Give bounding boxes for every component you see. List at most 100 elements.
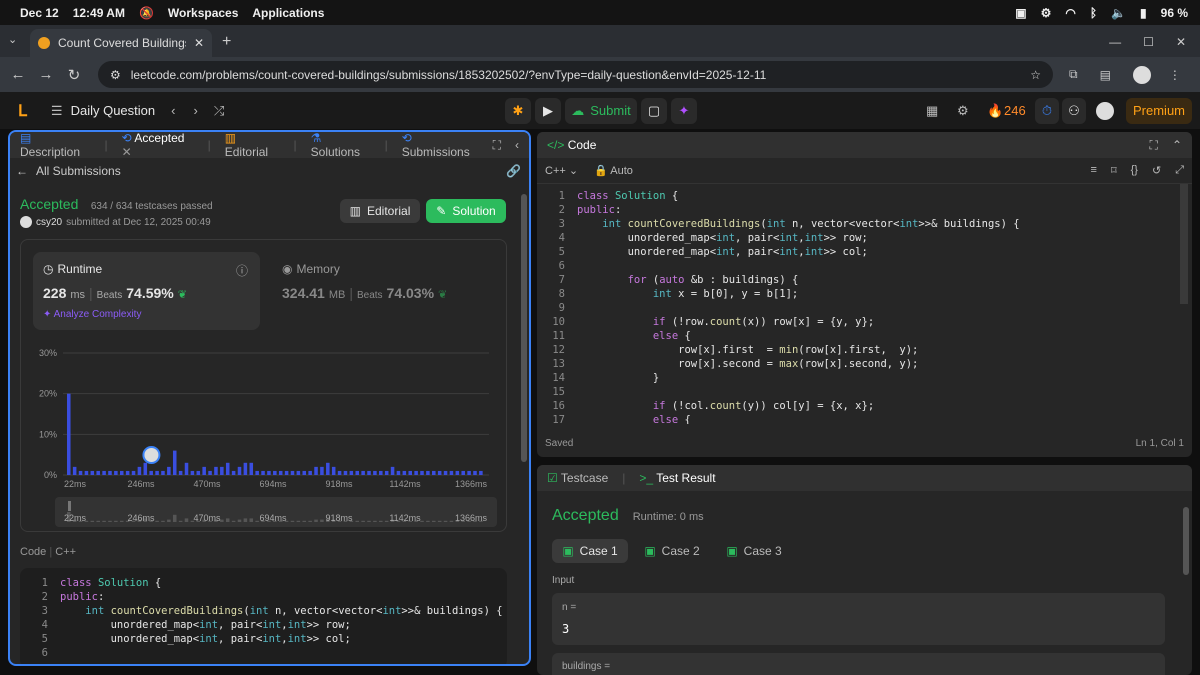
os-time: 12:49 AM bbox=[72, 5, 125, 20]
profile-avatar[interactable] bbox=[1132, 65, 1151, 84]
notes-icon[interactable]: ▢ bbox=[641, 97, 667, 124]
minimize-icon[interactable]: — bbox=[1109, 35, 1121, 49]
next-question-icon[interactable]: › bbox=[193, 103, 197, 118]
sidepanel-icon[interactable]: ▤ bbox=[1100, 68, 1111, 82]
range-slider-bar bbox=[443, 520, 448, 522]
workspaces-menu[interactable]: Workspaces bbox=[168, 6, 238, 20]
share-link-icon[interactable]: 🔗 bbox=[506, 164, 521, 178]
daily-question-link[interactable]: Daily Question bbox=[71, 103, 156, 118]
auto-mode[interactable]: 🔒 Auto bbox=[594, 164, 633, 177]
language-select[interactable]: C++ ⌄ bbox=[545, 164, 578, 177]
tab-test-result[interactable]: >_ Test Result bbox=[639, 471, 715, 485]
runtime-distribution-chart[interactable]: 30% 20% 10% 0% 22ms 246ms 470ms 694ms 918ms 1142m… bbox=[21, 338, 506, 528]
streak-fire-icon[interactable]: 🔥 bbox=[987, 103, 1003, 119]
memory-box[interactable]: ◉ Memory 324.41 MB | Beats 74.03% ❦ bbox=[279, 252, 499, 330]
format-icon[interactable]: ≡ bbox=[1091, 164, 1097, 177]
premium-button[interactable]: Premium bbox=[1126, 97, 1192, 124]
code-editor[interactable]: 1 class Solution {2 public: 3 int countCove… bbox=[537, 184, 1192, 424]
submission-code-line: 4 unordered_map<int, pair<int,int>> row; bbox=[20, 618, 507, 632]
chart-bar bbox=[161, 470, 165, 475]
extensions-icon[interactable]: ⧉ bbox=[1069, 67, 1078, 82]
editor-code-line-number: 14 bbox=[552, 372, 565, 384]
reset-icon[interactable]: ↺ bbox=[1152, 164, 1161, 177]
editor-code-line-text: class Solution { bbox=[577, 190, 679, 202]
submission-code-line-number: 1 bbox=[41, 577, 48, 589]
bluetooth-icon[interactable]: ᛒ bbox=[1090, 6, 1097, 20]
bell-off-icon[interactable]: 🔕 bbox=[139, 6, 154, 20]
wifi-icon[interactable]: ◠ bbox=[1065, 6, 1075, 20]
reload-icon[interactable]: ↻ bbox=[60, 66, 88, 84]
fullscreen-icon[interactable]: ⛶ bbox=[1150, 138, 1158, 153]
back-icon[interactable]: ← bbox=[4, 66, 32, 83]
screen-icon[interactable]: ▣ bbox=[1015, 6, 1026, 20]
ai-assist-icon[interactable]: ✦ bbox=[671, 97, 697, 124]
volume-icon[interactable]: 🔈 bbox=[1111, 6, 1126, 20]
shuffle-icon[interactable]: ⤮ bbox=[214, 103, 224, 119]
case-2-tab[interactable]: ▣ Case 2 bbox=[634, 539, 710, 563]
tab-solutions[interactable]: ⚗ Solutions bbox=[311, 132, 371, 159]
bookmark-star-icon[interactable]: ☆ bbox=[1030, 68, 1041, 82]
braces-icon[interactable]: {} bbox=[1131, 164, 1138, 177]
tab-list-chevron-icon[interactable]: ⌄ bbox=[8, 33, 17, 46]
site-info-icon[interactable]: ⚙ bbox=[110, 68, 121, 82]
submit-button[interactable]: ☁ Submit bbox=[565, 97, 637, 124]
new-tab-icon[interactable]: + bbox=[222, 33, 231, 51]
left-panel: ▤ Description | ⟲ Accepted ✕ | ▥ Editori… bbox=[8, 130, 531, 666]
all-submissions-link[interactable]: All Submissions bbox=[36, 164, 121, 178]
runtime-value: 228 bbox=[43, 285, 67, 301]
editor-scrollbar[interactable] bbox=[1180, 184, 1188, 304]
gear-icon[interactable]: ⚙ bbox=[1041, 6, 1052, 20]
left-scrollbar[interactable] bbox=[521, 194, 527, 462]
back-arrow-icon[interactable]: ← bbox=[16, 164, 28, 178]
browser-tab-active[interactable]: Count Covered Buildings - Le ✕ bbox=[30, 29, 212, 57]
info-icon[interactable]: ⓘ bbox=[236, 262, 248, 279]
chart-bar bbox=[449, 470, 454, 475]
solution-button[interactable]: ✎ Solution bbox=[426, 199, 506, 223]
runtime-unit: ms bbox=[70, 289, 86, 301]
fullscreen-icon[interactable]: ⛶ bbox=[493, 138, 501, 153]
settings-gear-icon[interactable]: ⚙ bbox=[957, 103, 969, 119]
prev-question-icon[interactable]: ‹ bbox=[171, 103, 175, 118]
chart-bar bbox=[155, 470, 159, 475]
tab-editorial[interactable]: ▥ Editorial bbox=[225, 132, 280, 159]
applications-menu[interactable]: Applications bbox=[252, 6, 324, 20]
list-icon[interactable]: ☰ bbox=[51, 103, 63, 119]
tab-description[interactable]: ▤ Description bbox=[20, 132, 91, 159]
timer-icon[interactable]: ⏱ bbox=[1035, 97, 1059, 124]
tab-submissions[interactable]: ⟲ Submissions bbox=[402, 132, 479, 159]
leetcode-logo-icon[interactable]: ᒪ bbox=[18, 101, 27, 121]
collapse-icon[interactable]: ⌃ bbox=[1172, 138, 1182, 152]
case-3-tab[interactable]: ▣ Case 3 bbox=[716, 539, 792, 563]
tab-accepted[interactable]: ⟲ Accepted ✕ bbox=[122, 132, 194, 159]
user-avatar[interactable] bbox=[1096, 101, 1114, 120]
result-scrollbar[interactable] bbox=[1183, 507, 1189, 575]
url-field[interactable]: ⚙ leetcode.com/problems/count-covered-bu… bbox=[98, 61, 1053, 88]
tab-testcase[interactable]: ☑ Testcase bbox=[547, 471, 608, 485]
runtime-box[interactable]: ◷ Runtime ⓘ 228 ms | Beats 74.59% ❦ ✦ Ana… bbox=[33, 252, 260, 330]
bookmark-icon[interactable]: ⌑ bbox=[1111, 164, 1117, 177]
debug-icon[interactable]: ✱ bbox=[505, 97, 531, 124]
close-tab-accepted-icon[interactable]: ✕ bbox=[122, 145, 132, 159]
close-window-icon[interactable]: ✕ bbox=[1176, 35, 1186, 49]
browser-menu-icon[interactable]: ⋮ bbox=[1169, 68, 1181, 82]
maximize-editor-icon[interactable]: ⤢ bbox=[1175, 164, 1184, 177]
username[interactable]: csy20 bbox=[36, 217, 62, 228]
case-1-tab[interactable]: ▣ Case 1 bbox=[552, 539, 628, 563]
analyze-complexity-link[interactable]: ✦ Analyze Complexity bbox=[43, 309, 141, 320]
chart-bar bbox=[467, 470, 471, 475]
close-tab-icon[interactable]: ✕ bbox=[194, 36, 204, 50]
submission-code-line-text: int countCoveredBuildings(int n, vector<… bbox=[85, 605, 503, 617]
add-friend-icon[interactable]: ⚇ bbox=[1062, 97, 1086, 124]
input-label: Input bbox=[552, 575, 575, 586]
maximize-icon[interactable]: ☐ bbox=[1143, 35, 1154, 49]
check-icon: ▣ bbox=[644, 544, 656, 558]
editorial-button[interactable]: ▥ Editorial bbox=[340, 199, 420, 223]
layout-grid-icon[interactable]: ▦ bbox=[926, 103, 938, 119]
editor-tab[interactable]: </> Code bbox=[547, 138, 596, 152]
submission-code-line-text: class Solution { bbox=[60, 577, 162, 589]
collapse-icon[interactable]: ‹ bbox=[515, 138, 519, 152]
all-submissions-row[interactable]: ← All Submissions bbox=[16, 164, 121, 178]
forward-icon[interactable]: → bbox=[32, 66, 60, 83]
chart-bar bbox=[172, 450, 177, 475]
run-icon[interactable]: ▶ bbox=[535, 97, 561, 124]
